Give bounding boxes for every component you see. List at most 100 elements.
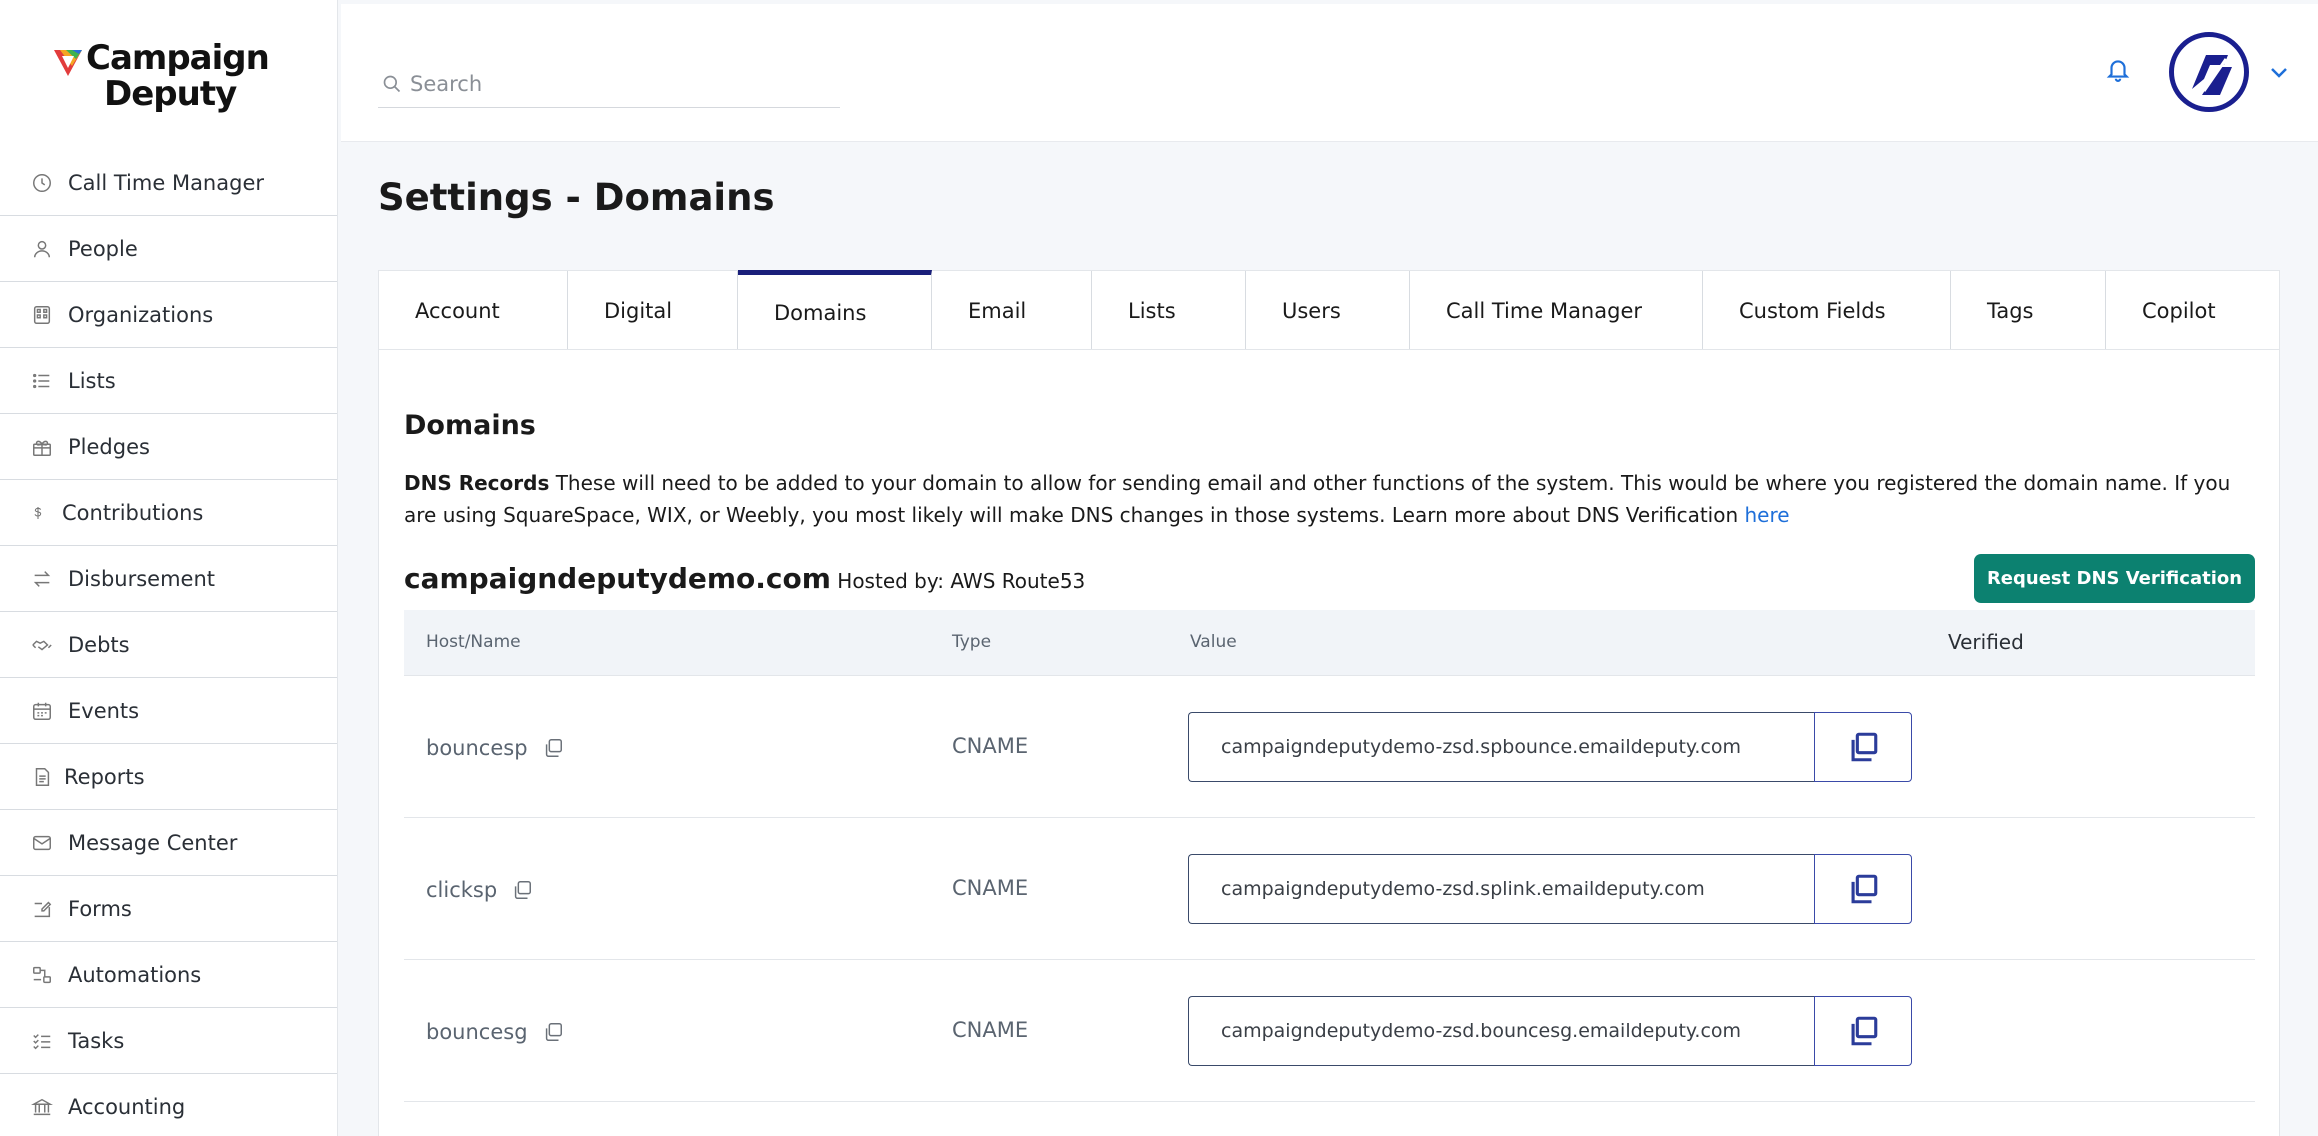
document-icon <box>30 765 54 789</box>
tab-tags[interactable]: Tags <box>1951 271 2106 351</box>
automation-icon <box>30 963 54 987</box>
tab-call-time-manager[interactable]: Call Time Manager <box>1410 271 1703 351</box>
record-value-group <box>1188 996 1912 1066</box>
form-edit-icon <box>30 897 54 921</box>
brand-wordmark: Campaign Deputy <box>86 40 270 114</box>
tab-domains[interactable]: Domains <box>738 270 932 351</box>
sidebar-item-label: Automations <box>68 962 202 987</box>
copy-icon <box>515 881 532 899</box>
copy-host-button[interactable] <box>511 879 533 901</box>
calendar-icon <box>30 699 54 723</box>
tab-email[interactable]: Email <box>932 271 1092 351</box>
tab-copilot[interactable]: Copilot <box>2106 271 2279 351</box>
sidebar-item-label: Disbursement <box>68 566 215 591</box>
sidebar-item-label: Reports <box>64 764 145 789</box>
table-row: bouncesg CNAME <box>404 960 2255 1102</box>
notifications-button[interactable] <box>2105 56 2135 86</box>
sidebar-item-label: Accounting <box>68 1094 186 1119</box>
handshake-icon <box>30 633 54 657</box>
sidebar-item-label: Message Center <box>68 830 238 855</box>
sidebar-item-call-time-manager[interactable]: Call Time Manager <box>0 150 337 216</box>
record-value-group <box>1188 712 1912 782</box>
sidebar-nav: Call Time Manager People Organizations L… <box>0 150 337 1136</box>
copy-host-button[interactable] <box>542 1021 564 1043</box>
search-box <box>378 60 840 108</box>
avatar[interactable] <box>2169 32 2249 112</box>
tab-users[interactable]: Users <box>1246 271 1410 351</box>
dns-records-table: Host/Name Type Value Verified bouncesp C… <box>404 610 2255 1102</box>
sidebar-item-accounting[interactable]: Accounting <box>0 1074 337 1136</box>
copy-icon <box>1851 732 1878 762</box>
dns-description: DNS Records These will need to be added … <box>404 467 2266 531</box>
transfer-icon <box>30 567 54 591</box>
sidebar-item-events[interactable]: Events <box>0 678 337 744</box>
page-title: Settings - Domains <box>378 176 775 219</box>
sidebar-item-label: Events <box>68 698 140 723</box>
dollar-icon <box>30 501 46 525</box>
copy-host-button[interactable] <box>542 737 564 759</box>
chevron-down-icon <box>2271 68 2287 78</box>
account-menu-toggle[interactable] <box>2267 60 2291 88</box>
dns-verification-link[interactable]: here <box>1745 503 1790 527</box>
table-header: Host/Name Type Value Verified <box>404 610 2255 676</box>
sidebar-item-automations[interactable]: Automations <box>0 942 337 1008</box>
sidebar-item-pledges[interactable]: Pledges <box>0 414 337 480</box>
record-value-field[interactable] <box>1188 854 1814 924</box>
search-icon <box>383 75 401 92</box>
record-host: clicksp <box>426 878 533 902</box>
tab-digital[interactable]: Digital <box>568 271 738 351</box>
sidebar-item-lists[interactable]: Lists <box>0 348 337 414</box>
bank-icon <box>30 1095 54 1119</box>
copy-value-button[interactable] <box>1814 712 1912 782</box>
gift-icon <box>30 435 54 459</box>
avatar-logo-icon <box>2192 55 2232 95</box>
sidebar-item-debts[interactable]: Debts <box>0 612 337 678</box>
sidebar-item-label: Organizations <box>68 302 214 327</box>
table-row: bouncesp CNAME <box>404 676 2255 818</box>
table-row: clicksp CNAME <box>404 818 2255 960</box>
sidebar-item-message-center[interactable]: Message Center <box>0 810 337 876</box>
section-title: Domains <box>404 410 536 441</box>
column-header-value: Value <box>1190 632 1237 652</box>
copy-icon <box>545 1023 562 1041</box>
sidebar-item-label: Tasks <box>68 1028 125 1053</box>
sidebar-item-reports[interactable]: Reports <box>0 744 337 810</box>
sidebar-item-label: Call Time Manager <box>68 170 264 195</box>
copy-icon <box>1851 874 1878 904</box>
sidebar-item-people[interactable]: People <box>0 216 337 282</box>
sidebar-item-tasks[interactable]: Tasks <box>0 1008 337 1074</box>
bell-icon <box>2106 60 2130 82</box>
sidebar-item-forms[interactable]: Forms <box>0 876 337 942</box>
record-host: bouncesg <box>426 1020 564 1044</box>
domains-card: Domains DNS Records These will need to b… <box>378 349 2280 1136</box>
sidebar-item-organizations[interactable]: Organizations <box>0 282 337 348</box>
record-value-field[interactable] <box>1188 712 1814 782</box>
mail-icon <box>30 831 54 855</box>
copy-value-button[interactable] <box>1814 996 1912 1066</box>
column-header-verified: Verified <box>1948 630 2024 654</box>
hosted-by: Hosted by: AWS Route53 <box>830 569 1086 593</box>
settings-tabs: Account Digital Domains Email Lists User… <box>378 270 2280 351</box>
record-host-text: clicksp <box>426 878 498 902</box>
copy-value-button[interactable] <box>1814 854 1912 924</box>
brand-line-2: Deputy <box>104 74 237 114</box>
column-header-host: Host/Name <box>426 632 521 652</box>
record-host-text: bouncesg <box>426 1020 528 1044</box>
list-icon <box>30 369 54 393</box>
record-type: CNAME <box>952 876 1029 900</box>
tab-custom-fields[interactable]: Custom Fields <box>1703 271 1951 351</box>
sidebar-item-contributions[interactable]: Contributions <box>0 480 337 546</box>
dns-description-text: These will need to be added to your doma… <box>404 471 2231 527</box>
record-value-group <box>1188 854 1912 924</box>
copy-icon <box>1851 1016 1878 1046</box>
sidebar-item-disbursement[interactable]: Disbursement <box>0 546 337 612</box>
tab-lists[interactable]: Lists <box>1092 271 1246 351</box>
domain-heading: campaigndeputydemo.com Hosted by: AWS Ro… <box>404 562 1085 595</box>
campaign-deputy-logo[interactable]: Campaign Deputy <box>52 40 292 120</box>
request-dns-verification-button[interactable]: Request DNS Verification <box>1974 554 2255 603</box>
sidebar-item-label: Forms <box>68 896 132 921</box>
tab-account[interactable]: Account <box>379 271 568 351</box>
top-bar <box>341 4 2318 142</box>
record-value-field[interactable] <box>1188 996 1814 1066</box>
search-input[interactable] <box>410 71 830 96</box>
